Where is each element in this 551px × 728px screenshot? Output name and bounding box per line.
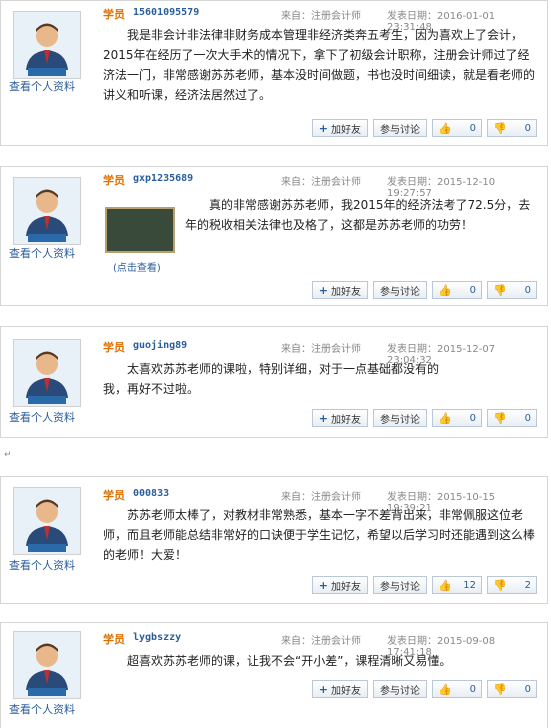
source-label: 来自：注册会计师 bbox=[281, 636, 361, 647]
comment-card: 查看个人资料 学员 gxp1235689 来自：注册会计师 发表日期：2015-… bbox=[0, 166, 548, 306]
source-label: 来自：注册会计师 bbox=[281, 177, 361, 188]
like-button[interactable]: 👍 0 bbox=[432, 119, 482, 137]
action-bar: + 加好友 参与讨论 👍 0 👎 0 bbox=[311, 680, 537, 698]
click-view-link[interactable]: (点击查看) bbox=[113, 259, 161, 274]
avatar[interactable] bbox=[13, 177, 81, 245]
thumbs-down-icon: 👎 bbox=[493, 578, 507, 592]
add-friend-button[interactable]: + 加好友 bbox=[311, 409, 368, 427]
comment-text: 真的非常感谢苏苏老师，我2015年的经济法考了72.5分，去年的税收相关法律也及… bbox=[185, 198, 531, 232]
discuss-button[interactable]: 参与讨论 bbox=[373, 409, 427, 427]
role-label: 学员 bbox=[103, 8, 125, 21]
comment-card: 查看个人资料 学员 guojing89 来自：注册会计师 发表日期：2015-1… bbox=[0, 326, 548, 438]
discuss-button[interactable]: 参与讨论 bbox=[373, 281, 427, 299]
plus-icon: + bbox=[318, 121, 328, 135]
username[interactable]: guojing89 bbox=[133, 340, 187, 351]
comment-text: 苏苏老师太棒了，对教材非常熟悉，基本一字不差背出来，非常佩服这位老师，而且老师能… bbox=[103, 508, 536, 562]
thumbs-up-icon: 👍 bbox=[438, 411, 452, 425]
like-button[interactable]: 👍 0 bbox=[432, 680, 482, 698]
action-bar: + 加好友 参与讨论 👍 0 👎 0 bbox=[311, 119, 537, 137]
thumbs-down-icon: 👎 bbox=[493, 121, 507, 135]
plus-icon: + bbox=[318, 283, 328, 297]
post-meta: 学员 guojing89 来自：注册会计师 发表日期：2015-12-07 23… bbox=[103, 339, 539, 366]
action-bar: + 加好友 参与讨论 👍 0 👎 0 bbox=[311, 409, 537, 427]
username[interactable]: 000833 bbox=[133, 488, 169, 499]
dislike-button[interactable]: 👎 2 bbox=[487, 576, 537, 594]
action-bar: + 加好友 参与讨论 👍 0 👎 0 bbox=[311, 281, 537, 299]
role-label: 学员 bbox=[103, 633, 125, 646]
source-label: 来自：注册会计师 bbox=[281, 344, 361, 355]
discuss-button[interactable]: 参与讨论 bbox=[373, 576, 427, 594]
view-profile-link[interactable]: 查看个人资料 bbox=[9, 409, 75, 425]
dislike-button[interactable]: 👎 0 bbox=[487, 281, 537, 299]
thumbs-up-icon: 👍 bbox=[438, 682, 452, 696]
thumbs-up-icon: 👍 bbox=[438, 121, 452, 135]
attachment-thumbnail[interactable] bbox=[105, 207, 175, 253]
add-friend-button[interactable]: + 加好友 bbox=[311, 680, 368, 698]
source-label: 来自：注册会计师 bbox=[281, 11, 361, 22]
plus-icon: + bbox=[318, 578, 328, 592]
thumbs-up-icon: 👍 bbox=[438, 283, 452, 297]
thumbs-down-icon: 👎 bbox=[493, 411, 507, 425]
comment-card: 查看个人资料 学员 lygbszzy 来自：注册会计师 发表日期：2015-09… bbox=[0, 622, 548, 728]
add-friend-button[interactable]: + 加好友 bbox=[311, 119, 368, 137]
role-label: 学员 bbox=[103, 489, 125, 502]
action-bar: + 加好友 参与讨论 👍 12 👎 2 bbox=[311, 576, 537, 594]
role-label: 学员 bbox=[103, 341, 125, 354]
username[interactable]: gxp1235689 bbox=[133, 173, 193, 184]
avatar[interactable] bbox=[13, 339, 81, 407]
add-friend-button[interactable]: + 加好友 bbox=[311, 281, 368, 299]
like-button[interactable]: 👍 0 bbox=[432, 409, 482, 427]
avatar[interactable] bbox=[13, 631, 81, 699]
dislike-button[interactable]: 👎 0 bbox=[487, 119, 537, 137]
paragraph-mark-icon: ↵ bbox=[4, 450, 12, 460]
post-meta: 学员 lygbszzy 来自：注册会计师 发表日期：2015-09-08 17:… bbox=[103, 631, 539, 658]
view-profile-link[interactable]: 查看个人资料 bbox=[9, 78, 75, 94]
post-meta: 学员 000833 来自：注册会计师 发表日期：2015-10-15 19:39… bbox=[103, 487, 539, 514]
add-friend-button[interactable]: + 加好友 bbox=[311, 576, 368, 594]
avatar[interactable] bbox=[13, 487, 81, 555]
like-button[interactable]: 👍 12 bbox=[432, 576, 482, 594]
comment-text: 我是非会计非法律非财务成本管理非经济类奔五考生，因为喜欢上了会计，2015年在经… bbox=[103, 28, 536, 102]
username[interactable]: 15601095579 bbox=[133, 7, 199, 18]
role-label: 学员 bbox=[103, 174, 125, 187]
post-meta: 学员 gxp1235689 来自：注册会计师 发表日期：2015-12-10 1… bbox=[103, 172, 539, 199]
view-profile-link[interactable]: 查看个人资料 bbox=[9, 701, 75, 717]
view-profile-link[interactable]: 查看个人资料 bbox=[9, 245, 75, 261]
thumbs-down-icon: 👎 bbox=[493, 283, 507, 297]
comment-text: 超喜欢苏苏老师的课，让我不会“开小差”，课程清晰又易懂。 bbox=[127, 654, 452, 668]
plus-icon: + bbox=[318, 682, 328, 696]
thumbs-down-icon: 👎 bbox=[493, 682, 507, 696]
view-profile-link[interactable]: 查看个人资料 bbox=[9, 557, 75, 573]
avatar[interactable] bbox=[13, 11, 81, 79]
username[interactable]: lygbszzy bbox=[133, 632, 181, 643]
like-button[interactable]: 👍 0 bbox=[432, 281, 482, 299]
post-meta: 学员 15601095579 来自：注册会计师 发表日期：2016-01-01 … bbox=[103, 6, 539, 33]
comment-card: 查看个人资料 学员 15601095579 来自：注册会计师 发表日期：2016… bbox=[0, 0, 548, 146]
comment-text: 太喜欢苏苏老师的课啦，特别详细，对于一点基础都没有的我，再好不过啦。 bbox=[103, 362, 440, 396]
source-label: 来自：注册会计师 bbox=[281, 492, 361, 503]
thumbs-up-icon: 👍 bbox=[438, 578, 452, 592]
dislike-button[interactable]: 👎 0 bbox=[487, 409, 537, 427]
dislike-button[interactable]: 👎 0 bbox=[487, 680, 537, 698]
plus-icon: + bbox=[318, 411, 328, 425]
comment-card: 查看个人资料 学员 000833 来自：注册会计师 发表日期：2015-10-1… bbox=[0, 476, 548, 604]
discuss-button[interactable]: 参与讨论 bbox=[373, 680, 427, 698]
discuss-button[interactable]: 参与讨论 bbox=[373, 119, 427, 137]
